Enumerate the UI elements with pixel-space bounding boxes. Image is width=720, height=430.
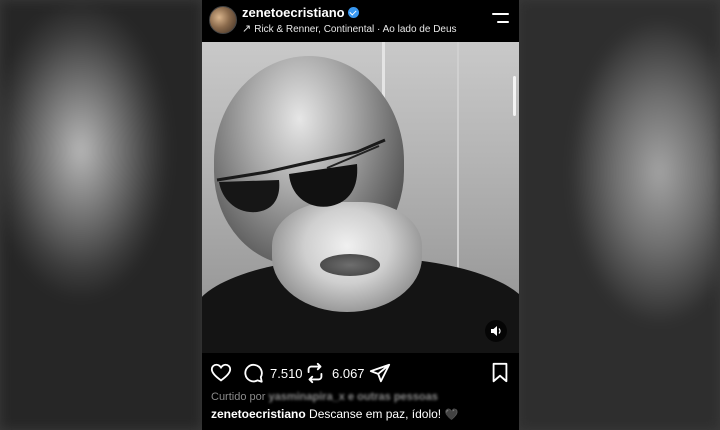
blurred-background-right (518, 0, 720, 430)
username-text[interactable]: zenetoecristiano (242, 5, 345, 20)
arrow-icon: ↗ (242, 23, 252, 35)
bookmark-icon (492, 362, 508, 383)
liked-by-text[interactable]: Curtido por yasminapira_x e outras pesso… (211, 391, 438, 403)
music-text: Rick & Renner, Continental · Ao lado de … (254, 24, 457, 35)
caption-text: Descanse em paz, ídolo! (309, 407, 442, 421)
speaker-icon[interactable] (485, 320, 507, 342)
mouth-shape (320, 254, 380, 276)
like-button[interactable] (210, 362, 232, 384)
instagram-post: zenetoecristiano ↗ Rick & Renner, Contine… (202, 0, 519, 430)
sunglasses-shape (216, 138, 386, 213)
send-icon (369, 363, 391, 383)
post-actions: 7.510 6.067 (202, 355, 519, 391)
blurred-background-left (0, 0, 202, 430)
comments-count: 7.510 (270, 365, 303, 381)
black-heart-emoji: 🖤 (444, 409, 459, 422)
scroll-thumb[interactable] (513, 76, 516, 116)
reposts-count: 6.067 (332, 365, 365, 381)
music-info[interactable]: ↗ Rick & Renner, Continental · Ao lado de… (242, 22, 457, 35)
liked-by-user[interactable]: yasminapira_x e outras pessoas (268, 391, 437, 403)
repost-icon (307, 362, 323, 384)
caption-username[interactable]: zenetoecristiano (211, 407, 306, 421)
liked-by-prefix: Curtido por (211, 391, 266, 403)
post-header: zenetoecristiano ↗ Rick & Renner, Contine… (202, 0, 519, 42)
post-username[interactable]: zenetoecristiano (242, 5, 359, 20)
verified-badge-icon (347, 7, 359, 18)
repost-button[interactable]: 6.067 (304, 362, 365, 384)
comment-icon (244, 363, 263, 383)
share-button[interactable] (369, 362, 391, 384)
comment-button[interactable]: 7.510 (242, 362, 303, 384)
heart-icon (210, 363, 232, 382)
post-caption: zenetoecristiano Descanse em paz, ídolo!… (211, 407, 458, 421)
avatar[interactable] (209, 6, 237, 34)
save-button[interactable] (490, 362, 510, 384)
post-photo[interactable] (202, 42, 519, 353)
menu-icon[interactable] (492, 13, 509, 25)
